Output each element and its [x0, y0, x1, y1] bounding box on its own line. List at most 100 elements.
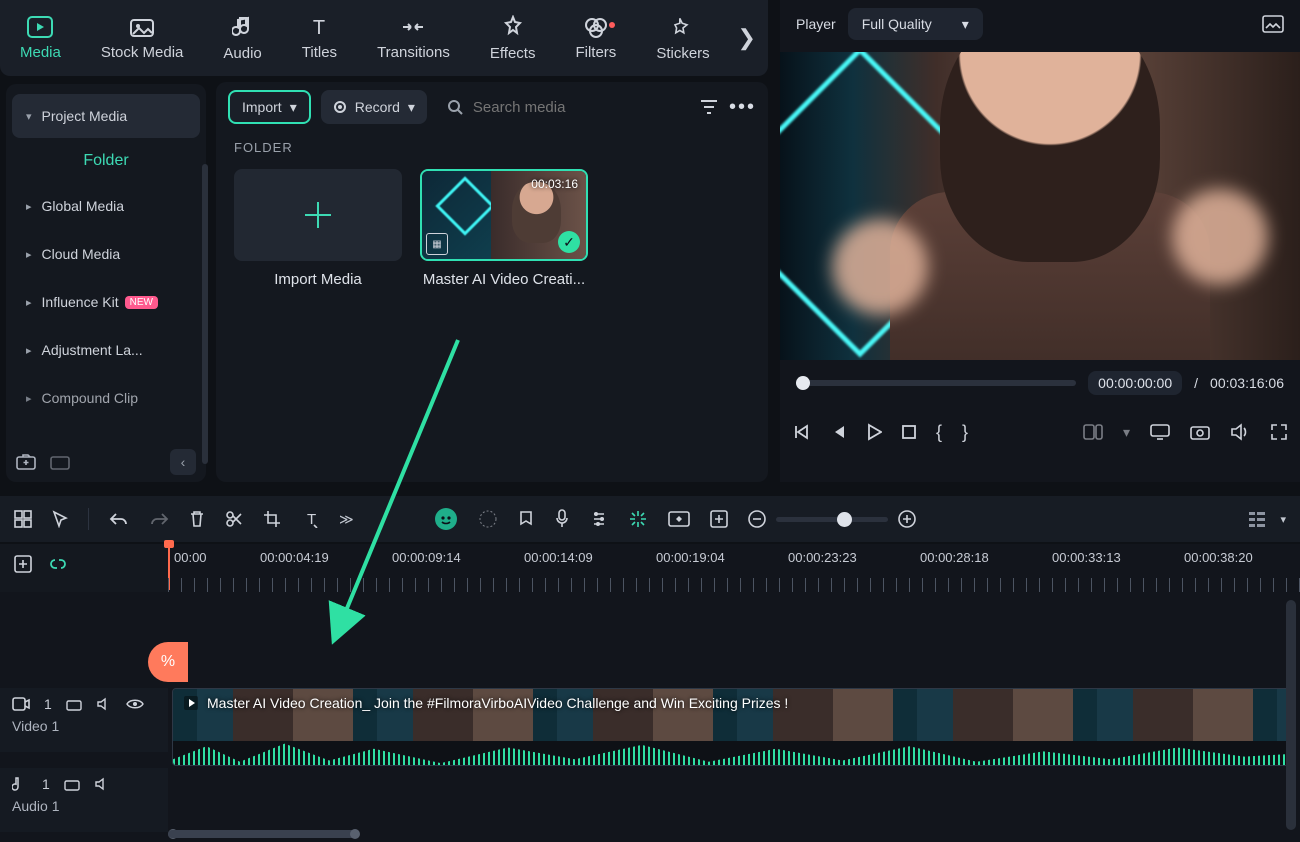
track-view-icon[interactable]	[1248, 510, 1266, 528]
more-tools-icon[interactable]: ≫	[339, 511, 354, 528]
sidebar-item-compound-clip[interactable]: ▸Compound Clip	[12, 376, 200, 420]
keyframe-panel-icon[interactable]	[668, 511, 690, 527]
sidebar-item-global-media[interactable]: ▸Global Media	[12, 184, 200, 228]
tab-titles[interactable]: T Titles	[282, 0, 357, 76]
track-header-video[interactable]: 1 Video 1	[0, 688, 168, 752]
ruler-tick: 00:00:38:20	[1184, 550, 1253, 565]
scrubber-track[interactable]	[796, 380, 1076, 386]
timeline-hscrollbar[interactable]	[168, 830, 1300, 840]
quality-value: Full Quality	[862, 16, 932, 32]
chevron-down-icon[interactable]: ▾	[1123, 424, 1130, 441]
tab-stock-media[interactable]: Stock Media	[81, 0, 204, 76]
layout-icon[interactable]	[14, 510, 32, 528]
media-toolbar: Import ▾ Record ▾ •••	[216, 82, 768, 132]
tab-stickers[interactable]: Stickers	[636, 0, 729, 76]
link-icon[interactable]	[48, 555, 68, 573]
sidebar-item-cloud-media[interactable]: ▸Cloud Media	[12, 232, 200, 276]
text-tool-icon[interactable]: T	[301, 510, 319, 528]
track-index: 1	[42, 776, 50, 792]
folder-icon[interactable]	[66, 698, 82, 711]
scrollbar-thumb[interactable]	[168, 830, 358, 838]
playhead-pin-icon[interactable]: %	[148, 642, 188, 682]
zoom-handle[interactable]	[837, 512, 852, 527]
sidebar-label: Compound Clip	[42, 390, 139, 406]
tab-audio[interactable]: Audio	[203, 0, 281, 76]
timeline-ruler[interactable]: 00:00 00:00:04:19 00:00:09:14 00:00:14:0…	[168, 544, 1300, 592]
media-clip-thumb[interactable]: 00:03:16 ▦ ✓	[420, 169, 588, 261]
snapshot-compare-icon[interactable]	[1262, 15, 1284, 33]
ai-assistant-icon[interactable]	[434, 507, 458, 531]
marker-icon[interactable]	[518, 510, 534, 528]
chevron-down-icon[interactable]: ▾	[1280, 513, 1286, 526]
render-icon[interactable]	[628, 509, 648, 529]
sidebar-item-adjustment-layer[interactable]: ▸Adjustment La...	[12, 328, 200, 372]
zoom-out-icon[interactable]	[748, 510, 766, 528]
zoom-slider[interactable]	[776, 517, 888, 522]
search-input[interactable]	[473, 99, 679, 116]
more-icon[interactable]: •••	[729, 96, 756, 119]
mute-icon[interactable]	[96, 697, 112, 711]
titles-icon: T	[308, 16, 330, 38]
media-clip-card[interactable]: 00:03:16 ▦ ✓ Master AI Video Creati...	[420, 169, 588, 288]
visibility-icon[interactable]	[126, 698, 144, 710]
tab-effects[interactable]: Effects	[470, 0, 556, 76]
new-folder-icon[interactable]	[16, 453, 36, 471]
expand-icon: ▸	[26, 344, 32, 357]
track-header-audio[interactable]: 1 Audio 1	[0, 768, 168, 832]
stop-icon[interactable]	[902, 425, 916, 439]
fullscreen-icon[interactable]	[1270, 423, 1288, 441]
camera-icon[interactable]	[1190, 424, 1210, 440]
mute-icon[interactable]	[94, 777, 110, 791]
timeline-vscrollbar[interactable]	[1286, 600, 1296, 830]
crop-icon[interactable]	[263, 510, 281, 528]
folder-icon[interactable]	[50, 453, 70, 471]
timeline-clip[interactable]: Master AI Video Creation_ Join the #Film…	[172, 688, 1290, 766]
display-icon[interactable]	[1150, 424, 1170, 440]
record-button[interactable]: Record ▾	[321, 90, 427, 124]
undo-icon[interactable]	[109, 512, 129, 526]
import-media-box[interactable]	[234, 169, 402, 261]
cursor-icon[interactable]	[52, 510, 68, 528]
zoom-in-icon[interactable]	[898, 510, 916, 528]
sidebar-item-project-media[interactable]: ▾ Project Media	[12, 94, 200, 138]
redo-icon[interactable]	[149, 512, 169, 526]
sidebar-item-influence-kit[interactable]: ▸Influence KitNEW	[12, 280, 200, 324]
step-back-icon[interactable]	[830, 424, 846, 440]
tab-label: Titles	[302, 44, 337, 61]
tabs-more-button[interactable]: ❯	[730, 0, 764, 76]
collapse-sidebar-button[interactable]: ‹	[170, 449, 196, 475]
player-preview[interactable]	[780, 52, 1300, 360]
filter-icon[interactable]	[699, 98, 719, 116]
add-track-icon[interactable]	[14, 555, 32, 573]
add-keyframe-icon[interactable]	[710, 510, 728, 528]
mic-icon[interactable]	[554, 509, 570, 529]
sidebar-label: Project Media	[42, 108, 128, 124]
player-current-time: 00:00:00:00	[1088, 371, 1182, 395]
mark-in-icon[interactable]: {	[936, 422, 942, 443]
mark-out-icon[interactable]: }	[962, 422, 968, 443]
tab-filters[interactable]: Filters	[555, 0, 636, 76]
scrubber-handle[interactable]	[796, 376, 810, 390]
import-button[interactable]: Import ▾	[228, 90, 311, 124]
import-label: Import	[242, 99, 282, 115]
play-icon[interactable]	[866, 423, 882, 441]
tab-transitions[interactable]: Transitions	[357, 0, 470, 76]
delete-icon[interactable]	[189, 510, 205, 528]
prev-frame-icon[interactable]	[792, 424, 810, 440]
quality-dropdown[interactable]: Full Quality ▾	[848, 8, 983, 40]
sidebar-folder-label[interactable]: Folder	[12, 142, 200, 180]
top-tabs: Media Stock Media Audio T Titles Transit…	[0, 0, 768, 76]
volume-icon[interactable]	[1230, 423, 1250, 441]
import-media-card[interactable]: Import Media	[234, 169, 402, 288]
split-icon[interactable]	[225, 510, 243, 528]
filters-icon	[583, 16, 609, 38]
color-wheel-icon[interactable]	[478, 509, 498, 529]
search-media[interactable]	[437, 90, 689, 124]
tab-label: Stock Media	[101, 44, 184, 61]
sidebar-scrollbar[interactable]	[202, 164, 208, 464]
clip-view-icon[interactable]	[1083, 424, 1103, 440]
tab-media[interactable]: Media	[0, 0, 81, 76]
scrollbar-handle-right[interactable]	[350, 829, 360, 839]
folder-icon[interactable]	[64, 778, 80, 791]
mixer-icon[interactable]	[590, 510, 608, 528]
